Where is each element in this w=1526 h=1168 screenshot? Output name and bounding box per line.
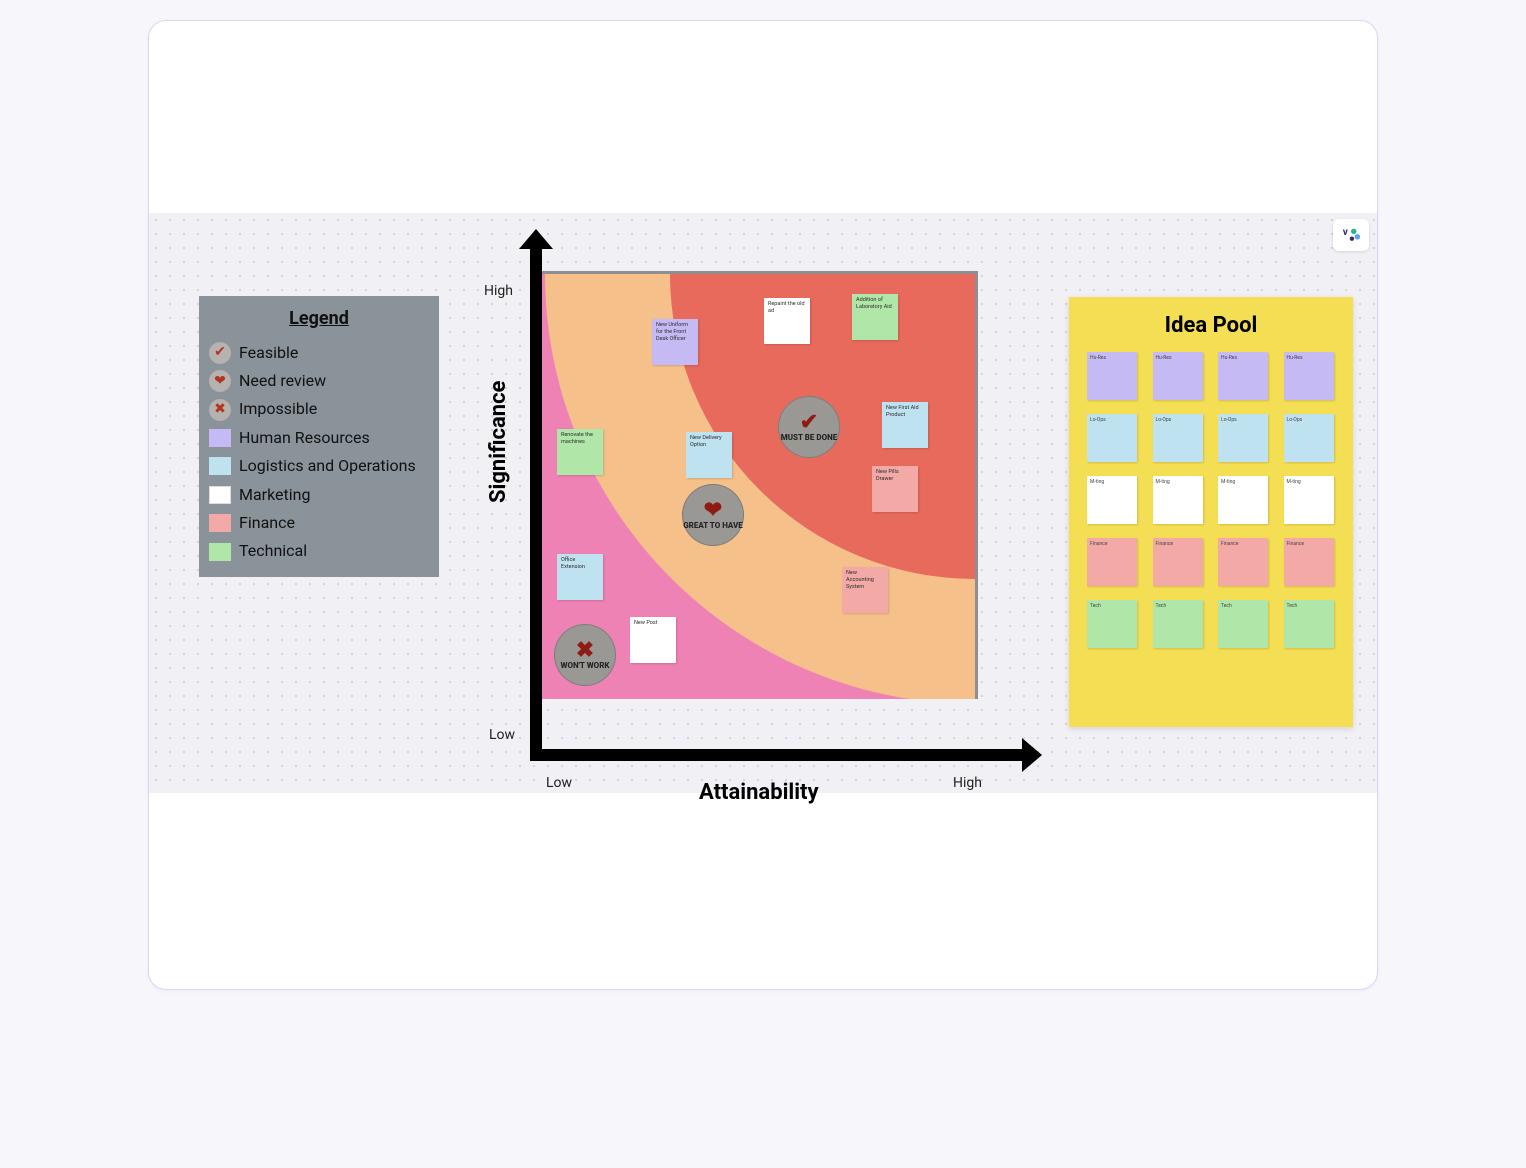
zone-badge-wont[interactable]: ✖ WON'T WORK [554,624,616,686]
legend-category-label: Marketing [239,482,310,508]
legend-category-label: Finance [239,510,295,536]
sticky-note[interactable]: Addition of Laboratory Aid [852,294,898,340]
y-axis-label: Significance [486,381,511,503]
idea-pool-note[interactable]: Tech [1218,600,1268,648]
idea-pool-panel: Idea Pool Hu-Res Hu-Res Hu-Res Hu-Res Lo-Ops… [1069,297,1353,727]
y-tick-high: High [484,283,513,299]
legend-category-label: Technical [239,538,307,564]
legend-status-row: ✖ Impossible [209,396,429,422]
idea-pool-note[interactable]: Hu-Res [1284,352,1334,400]
svg-text:v: v [1343,227,1349,238]
legend-status-row: ❤ Need review [209,368,429,394]
zone-badge-label: MUST BE DONE [781,434,838,443]
sticky-note[interactable]: Repaint the old ad [764,298,810,344]
idea-pool-note[interactable]: Lo-Ops [1284,414,1334,462]
idea-pool-note[interactable]: Finance [1153,538,1203,586]
zone-badge-label: WON'T WORK [561,662,610,671]
idea-pool-note[interactable]: Tech [1284,600,1334,648]
heart-icon: ❤ [704,500,722,522]
app-logo-button[interactable]: v [1333,219,1369,251]
color-swatch [209,457,231,475]
idea-pool-note[interactable]: M-ting [1218,476,1268,524]
idea-pool-note[interactable]: M-ting [1284,476,1334,524]
zone-badge-label: GREAT TO HAVE [683,522,743,531]
idea-pool-note[interactable]: M-ting [1153,476,1203,524]
legend-category-label: Human Resources [239,425,370,451]
whiteboard-canvas[interactable]: v Legend ✔ Feasible ❤ Need review ✖ Impossibl… [149,213,1377,793]
legend-category-label: Logistics and Operations [239,453,416,479]
sticky-note[interactable]: New Post [630,617,676,663]
cross-icon: ✖ [576,640,594,662]
status-badge-icon: ❤ [209,370,231,392]
sticky-note[interactable]: New Accounting System [842,567,888,613]
idea-pool-note[interactable]: Hu-Res [1087,352,1137,400]
color-swatch [209,514,231,532]
plot-area[interactable]: ✔ MUST BE DONE ❤ GREAT TO HAVE ✖ WON'T W… [542,271,978,699]
idea-pool-title: Idea Pool [1087,313,1335,338]
sticky-note[interactable]: New Pills Drawer [872,466,918,512]
x-tick-low: Low [546,775,572,791]
legend-status-label: Need review [239,368,326,394]
idea-pool-note[interactable]: M-ting [1087,476,1137,524]
legend-category-row: Human Resources [209,425,429,451]
idea-pool-note[interactable]: Finance [1218,538,1268,586]
legend-status-label: Impossible [239,396,317,422]
status-badge-icon: ✖ [209,399,231,421]
sticky-note[interactable]: New First Aid Product [882,402,928,448]
idea-pool-note[interactable]: Finance [1087,538,1137,586]
idea-pool-note[interactable]: Finance [1284,538,1334,586]
idea-pool-note[interactable]: Lo-Ops [1218,414,1268,462]
sticky-note[interactable]: Renovate the machines [557,429,603,475]
idea-pool-grid: Hu-Res Hu-Res Hu-Res Hu-Res Lo-Ops Lo-Ops Lo-O… [1087,352,1335,648]
zone-badge-must[interactable]: ✔ MUST BE DONE [778,396,840,458]
color-swatch [209,486,231,504]
color-swatch [209,543,231,561]
y-axis [530,243,542,749]
legend-panel: Legend ✔Feasible❤Need review✖Impossible … [199,296,439,577]
sticky-note[interactable]: New Uniform for the Front Desk Officer [652,319,698,365]
y-tick-low: Low [489,727,515,743]
color-swatch [209,429,231,447]
legend-category-row: Technical [209,538,429,564]
sticky-note[interactable]: New Delivery Option [686,432,732,478]
x-axis [530,749,1028,761]
template-frame: v Legend ✔ Feasible ❤ Need review ✖ Impossibl… [148,20,1378,990]
legend-title: Legend [209,304,429,334]
legend-category-row: Finance [209,510,429,536]
legend-category-row: Marketing [209,482,429,508]
legend-status-label: Feasible [239,340,298,366]
idea-pool-note[interactable]: Lo-Ops [1087,414,1137,462]
priority-matrix: Significance Attainability High Low Low … [484,243,1024,803]
idea-pool-note[interactable]: Hu-Res [1153,352,1203,400]
zone-badge-great[interactable]: ❤ GREAT TO HAVE [682,484,744,546]
idea-pool-note[interactable]: Tech [1153,600,1203,648]
idea-pool-note[interactable]: Tech [1087,600,1137,648]
app-logo-icon: v [1340,224,1362,246]
status-badge-icon: ✔ [209,342,231,364]
x-tick-high: High [953,775,982,791]
x-axis-label: Attainability [699,780,819,805]
check-icon: ✔ [800,412,818,434]
idea-pool-note[interactable]: Hu-Res [1218,352,1268,400]
idea-pool-note[interactable]: Lo-Ops [1153,414,1203,462]
sticky-note[interactable]: Office Extension [557,554,603,600]
legend-status-row: ✔ Feasible [209,340,429,366]
legend-category-row: Logistics and Operations [209,453,429,479]
